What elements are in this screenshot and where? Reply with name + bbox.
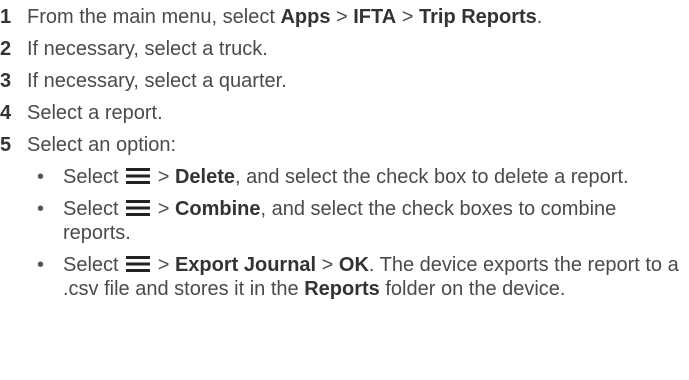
step-text: Select a report. [27, 102, 163, 124]
procedure-page: 1 From the main menu, select Apps > IFTA… [0, 0, 689, 380]
option-combine: • Select > Combine, and select the check… [27, 197, 689, 245]
step-text: If necessary, select a truck. [27, 38, 268, 60]
step-number: 3 [0, 70, 12, 92]
menu-item-trip-reports: Trip Reports [418, 6, 537, 28]
menu-item-export-journal: Export Journal [174, 254, 317, 276]
option-text: Select > Delete, and select the check bo… [63, 166, 629, 188]
bullet: • [37, 166, 45, 188]
menu-item-delete: Delete [174, 166, 235, 188]
bullet: • [37, 198, 45, 220]
bullet: • [37, 254, 45, 276]
step-3: 3 If necessary, select a quarter. [0, 69, 689, 93]
separator: > [152, 166, 175, 188]
option-text: Select > Export Journal > OK. The device… [63, 254, 679, 300]
step-number: 2 [0, 38, 12, 60]
steps-list: 1 From the main menu, select Apps > IFTA… [0, 5, 689, 309]
menu-icon [126, 199, 151, 217]
option-text-part: Select [63, 198, 119, 220]
separator: > [330, 6, 354, 28]
option-export-journal: • Select > Export Journal > OK. The devi… [27, 253, 689, 301]
step-text: If necessary, select a quarter. [27, 70, 287, 92]
separator: > [316, 254, 339, 276]
options-list: • Select > Delete, and select the check … [27, 165, 689, 301]
step-text: Select an option: [27, 134, 176, 156]
option-text-part: , and select the check box to delete a r… [234, 166, 629, 188]
option-text-part: Select [63, 254, 119, 276]
step-5: 5 Select an option: • Select > Delete, a… [0, 133, 689, 301]
menu-item-ifta: IFTA [353, 6, 397, 28]
step-text: From the main menu, select Apps > IFTA >… [27, 5, 689, 29]
menu-item-ok: OK [338, 254, 369, 276]
option-text: Select > Combine, and select the check b… [63, 198, 616, 244]
step-number: 4 [0, 102, 12, 124]
step-4: 4 Select a report. [0, 101, 689, 125]
folder-name-reports: Reports [304, 278, 380, 300]
step-number: 1 [0, 6, 12, 28]
separator: > [152, 254, 175, 276]
separator: > [152, 198, 175, 220]
option-delete: • Select > Delete, and select the check … [27, 165, 689, 189]
option-text-part: folder on the device. [379, 278, 566, 300]
step-number: 5 [0, 134, 12, 156]
option-text-part: Select [63, 166, 119, 188]
step-text-part: . [536, 6, 543, 28]
menu-item-apps: Apps [280, 6, 331, 28]
step-2: 2 If necessary, select a truck. [0, 37, 689, 61]
separator: > [396, 6, 419, 28]
menu-icon [126, 255, 151, 273]
menu-icon [126, 167, 151, 185]
step-1: 1 From the main menu, select Apps > IFTA… [0, 5, 689, 29]
step-text-part: From the main menu, select [27, 6, 281, 28]
menu-item-combine: Combine [174, 198, 261, 220]
